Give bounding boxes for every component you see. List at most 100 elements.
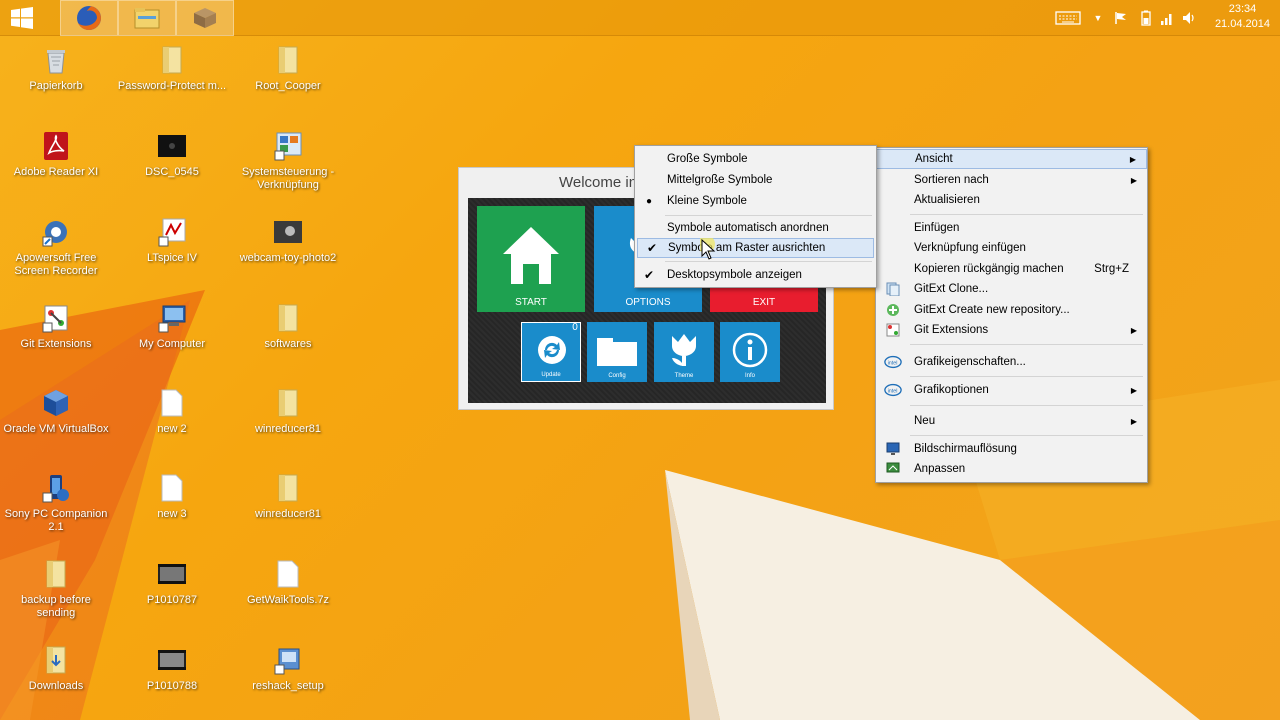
submenu-arrow-icon: ▶ <box>1129 154 1136 164</box>
desktop-icon-webcam-toy-photo2[interactable]: webcam-toy-photo2 <box>233 216 343 265</box>
menu-item-einfuegen[interactable]: Einfügen <box>876 218 1147 238</box>
menu-item-verknuepfung-einfuegen[interactable]: Verknüpfung einfügen <box>876 238 1147 258</box>
desktop-icon-backup-before-sending[interactable]: backup before sending <box>1 558 111 620</box>
checkmark-icon: ✔ <box>643 268 655 282</box>
gitext-create-icon <box>884 302 902 318</box>
image-icon <box>156 130 188 162</box>
menu-separator <box>910 405 1143 406</box>
keyboard-icon[interactable] <box>1052 0 1084 36</box>
desktop-icon-getwaiktools[interactable]: GetWaikTools.7z <box>233 558 343 607</box>
menu-item-neu[interactable]: Neu ▶ <box>876 411 1147 431</box>
exit-tile-label: EXIT <box>752 297 776 308</box>
git-extensions-icon <box>884 322 902 338</box>
submenu-item-automatisch-anordnen[interactable]: Symbole automatisch anordnen <box>635 218 876 238</box>
windows-logo-icon <box>11 7 33 29</box>
desktop-icon-systemsteuerung[interactable]: Systemsteuerung - Verknüpfung <box>233 130 343 192</box>
menu-item-ansicht[interactable]: Ansicht ▶ <box>876 149 1147 169</box>
desktop-icon-recycle-bin[interactable]: Papierkorb <box>1 44 111 93</box>
desktop-icon-softwares[interactable]: softwares <box>233 302 343 351</box>
info-icon <box>732 332 768 368</box>
menu-item-anpassen[interactable]: Anpassen <box>876 459 1147 479</box>
config-tile[interactable]: Config <box>587 322 647 382</box>
desktop-icon-p1010787[interactable]: P1010787 <box>117 558 227 607</box>
menu-item-sortieren-nach[interactable]: Sortieren nach ▶ <box>876 170 1147 190</box>
folder-icon <box>272 387 304 419</box>
desktop-icon-adobe-reader[interactable]: Adobe Reader XI <box>1 130 111 179</box>
desktop-icon-new-2[interactable]: new 2 <box>117 387 227 436</box>
menu-item-grafikeigenschaften[interactable]: intel Grafikeigenschaften... <box>876 352 1147 372</box>
menu-item-bildschirmaufloesung[interactable]: Bildschirmauflösung <box>876 439 1147 459</box>
menu-item-gitext-create-repo[interactable]: GitExt Create new repository... <box>876 300 1147 320</box>
video-icon <box>156 558 188 590</box>
start-tile[interactable]: START <box>477 206 585 312</box>
view-submenu: Große Symbole Mittelgroße Symbole ● Klei… <box>634 145 877 288</box>
file-icon <box>156 387 188 419</box>
desktop-icon-apowersoft[interactable]: Apowersoft Free Screen Recorder <box>1 216 111 278</box>
desktop-icon-dsc-0545[interactable]: DSC_0545 <box>117 130 227 179</box>
theme-tile[interactable]: Theme <box>654 322 714 382</box>
desktop-icon-password-protect[interactable]: Password-Protect m... <box>117 44 227 93</box>
start-button[interactable] <box>0 0 44 36</box>
menu-separator <box>910 435 1143 436</box>
desktop-icon-root-cooper[interactable]: Root_Cooper <box>233 44 343 93</box>
computer-icon <box>156 302 188 334</box>
battery-icon[interactable] <box>1138 0 1154 36</box>
display-icon <box>884 441 902 457</box>
svg-text:intel: intel <box>888 389 898 395</box>
desktop-icon-ltspice[interactable]: LTspice IV <box>117 216 227 265</box>
submenu-arrow-icon: ▶ <box>1130 416 1137 426</box>
app-title: Welcome in <box>559 174 638 191</box>
theme-tile-label: Theme <box>674 373 694 379</box>
tray-overflow-chevron-icon[interactable]: ▼ <box>1090 0 1106 36</box>
taskbar-firefox-button[interactable] <box>60 0 118 36</box>
menu-item-aktualisieren[interactable]: Aktualisieren <box>876 190 1147 210</box>
folder-icon <box>272 44 304 76</box>
clock[interactable]: 23:34 21.04.2014 <box>1215 2 1270 32</box>
menu-item-grafikoptionen[interactable]: intel Grafikoptionen ▶ <box>876 380 1147 400</box>
package-icon <box>194 8 216 28</box>
submenu-item-desktopsymbole-anzeigen[interactable]: ✔ Desktopsymbole anzeigen <box>635 265 876 285</box>
options-tile-label: OPTIONS <box>625 297 671 308</box>
menu-item-git-extensions[interactable]: Git Extensions ▶ <box>876 320 1147 340</box>
radio-selected-icon: ● <box>645 195 653 207</box>
desktop-icon-winreducer81-2[interactable]: winreducer81 <box>233 472 343 521</box>
submenu-item-grosse-symbole[interactable]: Große Symbole <box>635 149 876 169</box>
taskbar-package-button[interactable] <box>176 0 234 36</box>
desktop-icon-sony-pc-companion[interactable]: Sony PC Companion 2.1 <box>1 472 111 534</box>
start-tile-label: START <box>515 297 547 308</box>
volume-icon[interactable] <box>1180 0 1198 36</box>
pdf-icon <box>40 130 72 162</box>
clock-date: 21.04.2014 <box>1214 18 1270 30</box>
personalize-icon <box>884 461 902 477</box>
menu-item-kopieren-rueckgaengig[interactable]: Kopieren rückgängig machen Strg+Z <box>876 259 1147 279</box>
taskbar: ▼ 23:34 21.04.2014 <box>0 0 1280 36</box>
taskbar-explorer-button[interactable] <box>118 0 176 36</box>
recorder-icon <box>40 216 72 248</box>
submenu-item-mittelgrosse-symbole[interactable]: Mittelgroße Symbole <box>635 170 876 190</box>
desktop-icon-new-3[interactable]: new 3 <box>117 472 227 521</box>
menu-item-gitext-clone[interactable]: GitExt Clone... <box>876 279 1147 299</box>
checkmark-icon: ✔ <box>646 241 658 255</box>
desktop-icon-virtualbox[interactable]: Oracle VM VirtualBox <box>1 387 111 436</box>
gitext-clone-icon <box>884 281 902 297</box>
mouse-cursor-icon <box>700 238 716 260</box>
update-tile-label: Update <box>541 372 561 378</box>
desktop-icon-winreducer81[interactable]: winreducer81 <box>233 387 343 436</box>
refresh-icon <box>538 336 566 364</box>
submenu-item-kleine-symbole[interactable]: ● Kleine Symbole <box>635 191 876 211</box>
desktop-icon-downloads[interactable]: Downloads <box>1 644 111 693</box>
desktop-icon-p1010788[interactable]: P1010788 <box>117 644 227 693</box>
submenu-arrow-icon: ▶ <box>1130 325 1137 335</box>
menu-separator <box>665 215 872 216</box>
desktop-icon-git-extensions[interactable]: Git Extensions <box>1 302 111 351</box>
flag-icon[interactable] <box>1112 0 1130 36</box>
submenu-item-raster-ausrichten[interactable]: ✔ Symbole am Raster ausrichten <box>637 238 874 258</box>
explorer-icon <box>134 8 160 29</box>
ltspice-icon <box>156 216 188 248</box>
home-icon <box>503 227 559 284</box>
desktop-icon-my-computer[interactable]: My Computer <box>117 302 227 351</box>
info-tile[interactable]: Info <box>720 322 780 382</box>
desktop-icon-reshack-setup[interactable]: reshack_setup <box>233 644 343 693</box>
network-icon[interactable] <box>1158 0 1176 36</box>
menu-separator <box>910 214 1143 215</box>
